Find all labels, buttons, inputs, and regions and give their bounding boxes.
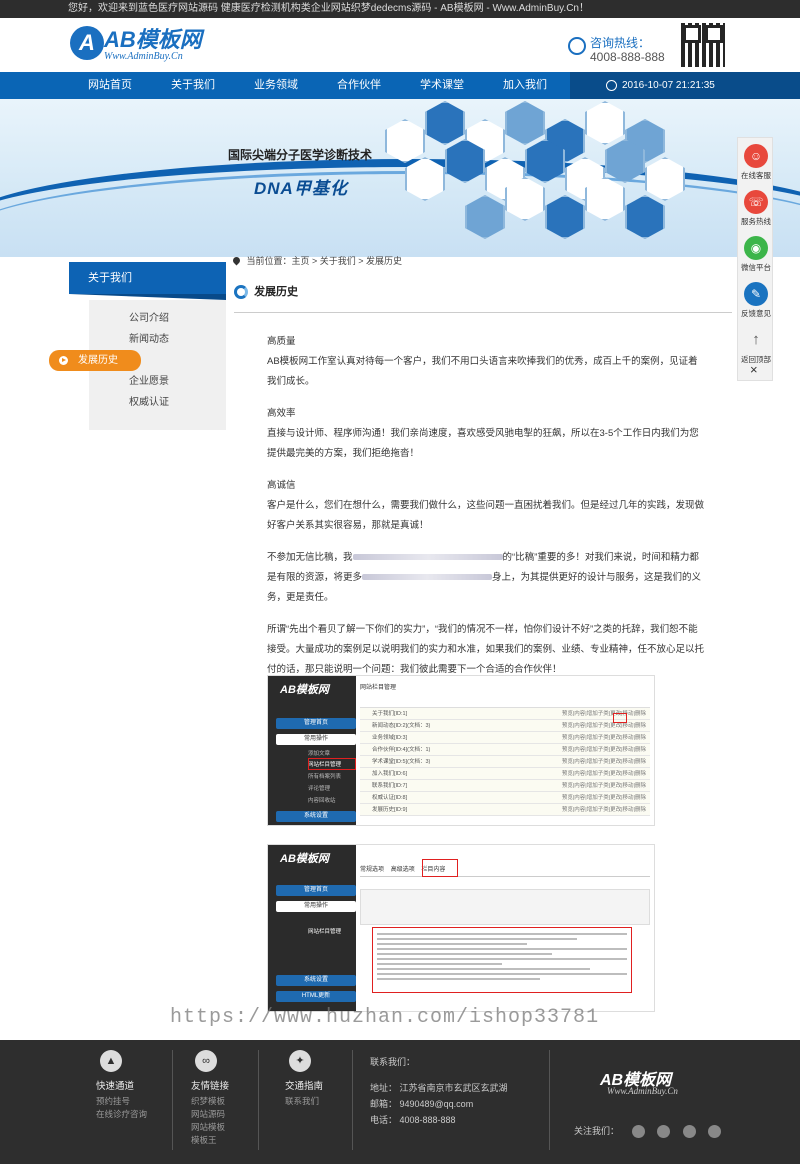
admin-main: 网站栏目管理 关于我们[ID:1] 预览|内容|增加子类|更改|移动|删除 新闻动…: [360, 682, 650, 821]
qq-icon[interactable]: [708, 1125, 722, 1139]
qr-code-icon: [681, 23, 725, 67]
location-pin-icon: [231, 255, 242, 266]
qzone-icon[interactable]: [657, 1125, 671, 1139]
section-heading: 高质量: [267, 336, 296, 347]
link-icon: ∞: [195, 1050, 217, 1072]
footer-quick-links: ▲ 快速通道 预约挂号 在线诊疗咨询: [96, 1050, 147, 1121]
section-heading: 高诚信: [267, 480, 296, 491]
swirl-icon: [234, 285, 248, 300]
sidebar-item-vision[interactable]: 企业愿景: [89, 371, 226, 392]
hex-decoration: [425, 101, 465, 145]
paragraph: 所谓“先出个看贝了解一下你们的实力”，“我们的情况不一样，怕你们设计不好”之类的…: [267, 624, 705, 675]
site-logo[interactable]: A AB模板网 Www.AdminBuy.Cn: [70, 26, 215, 66]
admin-main: 常规选项 高级选项 栏目内容: [360, 851, 650, 1007]
admin-sidebar: AB模板网 管理首页 常用操作 添加文章 网站栏目管理 所有档案列表 评论管理 …: [268, 676, 356, 825]
hotline-label: 咨询热线：: [590, 36, 651, 50]
blurred-text: [352, 554, 503, 561]
paragraph: 直接与设计师、程序师沟通！我们亲尚速度，喜欢感受风驰电掣的狂飙，所以在3-5个工…: [267, 428, 699, 459]
admin-sidebar: AB模板网 管理首页 常用操作 网站栏目管理 系统设置 HTML更新: [268, 845, 356, 1011]
nav-item-about[interactable]: 关于我们: [151, 72, 235, 99]
breadcrumb-text[interactable]: 当前位置：主页 > 关于我们 > 发展历史: [247, 256, 403, 266]
footer-follow: 关注我们：: [574, 1124, 722, 1139]
sidebar: 关于我们 公司介绍 新闻动态 发展历史 企业愿景 权威认证: [49, 262, 226, 430]
nav-datetime: 2016-10-07 21:21:35: [570, 72, 800, 99]
logo-text: AB模板网: [104, 27, 202, 52]
admin-screenshot-columns: AB模板网 管理首页 常用操作 添加文章 网站栏目管理 所有档案列表 评论管理 …: [267, 675, 655, 826]
paragraph: 客户是什么，您们在想什么，需要我们做什么，这些问题一直困扰着我们。但是经过几年的…: [267, 500, 705, 531]
page-title-text: 发展历史: [254, 286, 299, 298]
footer-divider: [549, 1050, 550, 1150]
phone-icon: [568, 37, 586, 55]
feedback-icon: ✎: [744, 282, 768, 306]
sidebar-item-company[interactable]: 公司介绍: [89, 308, 226, 329]
nav-item-business[interactable]: 业务领域: [234, 72, 318, 99]
breadcrumb: 当前位置：主页 > 关于我们 > 发展历史: [231, 254, 403, 267]
article-content: 高质量 AB模板网工作室认真对待每一个客户，我们不用口头语言来吹捧我们的优秀，成…: [267, 332, 707, 680]
paragraph: 不参加无信比稿，我 的“比稿”重要的多！对我们来说，时间和精力都是有限的资源，将更…: [267, 552, 702, 603]
footer-divider: [352, 1050, 353, 1150]
sidebar-item-label: 发展历史: [78, 355, 118, 366]
footer-divider: [258, 1050, 259, 1150]
close-icon[interactable]: ×: [750, 362, 758, 377]
floating-service-bar: ☺ 在线客服 ☏ 服务热线 ◉ 微信平台 ✎ 反馈意见 ↑ 返回顶部 ×: [737, 137, 773, 381]
nav-item-partners[interactable]: 合作伙伴: [317, 72, 401, 99]
site-footer: ▲ 快速通道 预约挂号 在线诊疗咨询 ∞ 友情链接 织梦模板 网站源码 网站模板…: [0, 1040, 800, 1164]
wechat-button[interactable]: ◉ 微信平台: [738, 232, 774, 276]
highlight-box: [372, 927, 632, 993]
arrow-up-icon: ↑: [752, 331, 760, 348]
sidebar-item-news[interactable]: 新闻动态: [89, 329, 226, 350]
watermark: https://www.huzhan.com/ishop33781: [170, 1006, 600, 1029]
footer-logo-subtitle: Www.AdminBuy.Cn: [607, 1086, 678, 1096]
footer-divider: [172, 1050, 173, 1150]
hex-decoration: [505, 101, 545, 145]
nav-item-academy[interactable]: 学术课堂: [400, 72, 484, 99]
hex-decoration: [585, 101, 625, 145]
highlight-box: [308, 758, 356, 770]
admin-screenshot-editor: AB模板网 管理首页 常用操作 网站栏目管理 系统设置 HTML更新 常规选项 …: [267, 844, 655, 1012]
banner-subtitle: DNA甲基化: [254, 179, 348, 198]
hotline-button[interactable]: ☏ 服务热线: [738, 186, 774, 230]
arrow-right-icon: [59, 356, 68, 365]
sidebar-heading: 关于我们: [69, 262, 226, 300]
hex-decoration: [385, 119, 425, 163]
page-title: 发展历史: [234, 283, 299, 300]
top-announcement: 您好，欢迎来到蓝色医疗网站源码 健康医疗检测机构类企业网站织梦dedecms源码…: [0, 0, 800, 18]
feedback-button[interactable]: ✎ 反馈意见: [738, 278, 774, 322]
site-header: A AB模板网 Www.AdminBuy.Cn 咨询热线： 4008-888-8…: [0, 18, 800, 72]
editor-toolbar: [360, 889, 650, 925]
sidebar-item-history[interactable]: 发展历史: [49, 350, 141, 371]
hero-banner: 国际尖端分子医学诊断技术 DNA甲基化: [0, 99, 800, 257]
logo-subtitle: Www.AdminBuy.Cn: [104, 51, 183, 62]
divider: [234, 312, 732, 313]
datetime-text: 2016-10-07 21:21:35: [622, 80, 715, 91]
online-service-button[interactable]: ☺ 在线客服: [738, 140, 774, 184]
nav-item-home[interactable]: 网站首页: [68, 72, 152, 99]
wechat-icon[interactable]: [682, 1125, 696, 1139]
clock-icon: [606, 80, 617, 91]
phone-icon: ☏: [744, 190, 768, 214]
banner-title: 国际尖端分子医学诊断技术: [228, 148, 373, 162]
hotline-number: 4008-888-888: [590, 50, 665, 64]
wechat-icon: ◉: [744, 236, 768, 260]
footer-friend-links: ∞ 友情链接 织梦模板 网站源码 网站模板 模板王: [191, 1050, 229, 1147]
logo-mark: A: [70, 26, 104, 60]
blurred-text: [362, 574, 493, 581]
weibo-icon[interactable]: [631, 1125, 645, 1139]
nav-item-join[interactable]: 加入我们: [483, 72, 567, 99]
highlight-box: [613, 713, 627, 723]
main-nav: 网站首页 关于我们 业务领域 合作伙伴 学术课堂 加入我们 2016-10-07…: [0, 72, 800, 99]
sidebar-item-certification[interactable]: 权威认证: [89, 392, 226, 413]
footer-traffic: ✦ 交通指南 联系我们: [285, 1050, 323, 1108]
sidebar-menu: 公司介绍 新闻动态 发展历史 企业愿景 权威认证: [49, 300, 226, 430]
rocket-icon: ▲: [100, 1050, 122, 1072]
highlight-box: [422, 859, 458, 877]
chat-icon: ☺: [744, 144, 768, 168]
paragraph: AB模板网工作室认真对待每一个客户，我们不用口头语言来吹捧我们的优秀，成百上千的…: [267, 356, 698, 387]
compass-icon: ✦: [289, 1050, 311, 1072]
footer-contact: 联系我们： 地址： 江苏省南京市玄武区玄武湖 邮箱： 9490489@qq.co…: [370, 1057, 508, 1125]
section-heading: 高效率: [267, 408, 296, 419]
